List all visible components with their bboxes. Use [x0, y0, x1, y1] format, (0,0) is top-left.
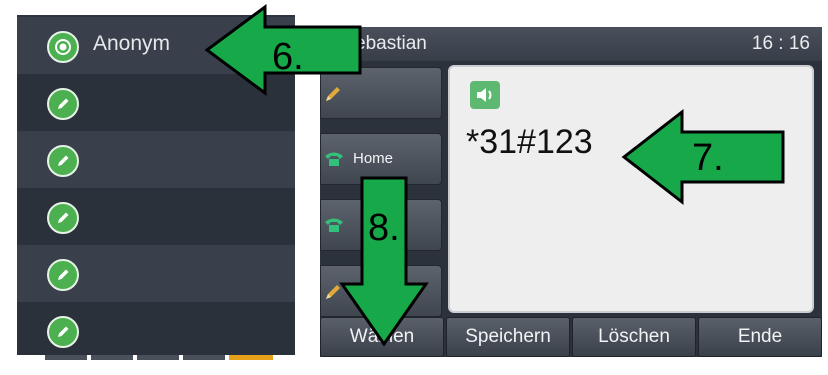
list-item[interactable] [17, 131, 295, 188]
line-key-label: Home [353, 150, 394, 167]
edit-pencil-icon [47, 259, 79, 291]
tab-segment[interactable] [137, 355, 179, 360]
tab-segment-active[interactable] [229, 355, 273, 360]
tab-segment[interactable] [183, 355, 225, 360]
save-button[interactable]: Speichern [446, 317, 570, 357]
list-item[interactable] [17, 302, 295, 355]
end-button[interactable]: Ende [698, 317, 822, 357]
radio-selected-icon [47, 31, 79, 63]
edit-pencil-icon [47, 316, 79, 348]
caller-name: ebastian [355, 33, 427, 54]
screenshot-stage: Anonym ebastian 16: 16 Home *31#123 Spe… [0, 0, 828, 375]
edit-pencil-icon [47, 88, 79, 120]
edit-pencil-icon [47, 202, 79, 234]
clock-time: 16 : 16 [751, 33, 810, 54]
annotation-label-6: 6. [272, 36, 304, 78]
annotation-label-7: 7. [692, 137, 724, 179]
dialed-number: *31#123 [466, 123, 593, 161]
speaker-icon [470, 81, 500, 109]
list-item[interactable] [17, 245, 295, 302]
bottom-tab-strip [17, 355, 295, 360]
list-item-label: Anonym [93, 32, 171, 55]
annotation-label-8: 8. [368, 207, 400, 249]
tab-segment[interactable] [45, 355, 87, 360]
delete-button[interactable]: Löschen [572, 317, 696, 357]
annotation-arrow-8 [339, 176, 429, 347]
edit-pencil-icon [47, 145, 79, 177]
list-item[interactable] [17, 188, 295, 245]
phone-handset-icon [323, 150, 345, 173]
tab-segment[interactable] [91, 355, 133, 360]
status-bar: ebastian 16 : 16 [320, 27, 822, 61]
